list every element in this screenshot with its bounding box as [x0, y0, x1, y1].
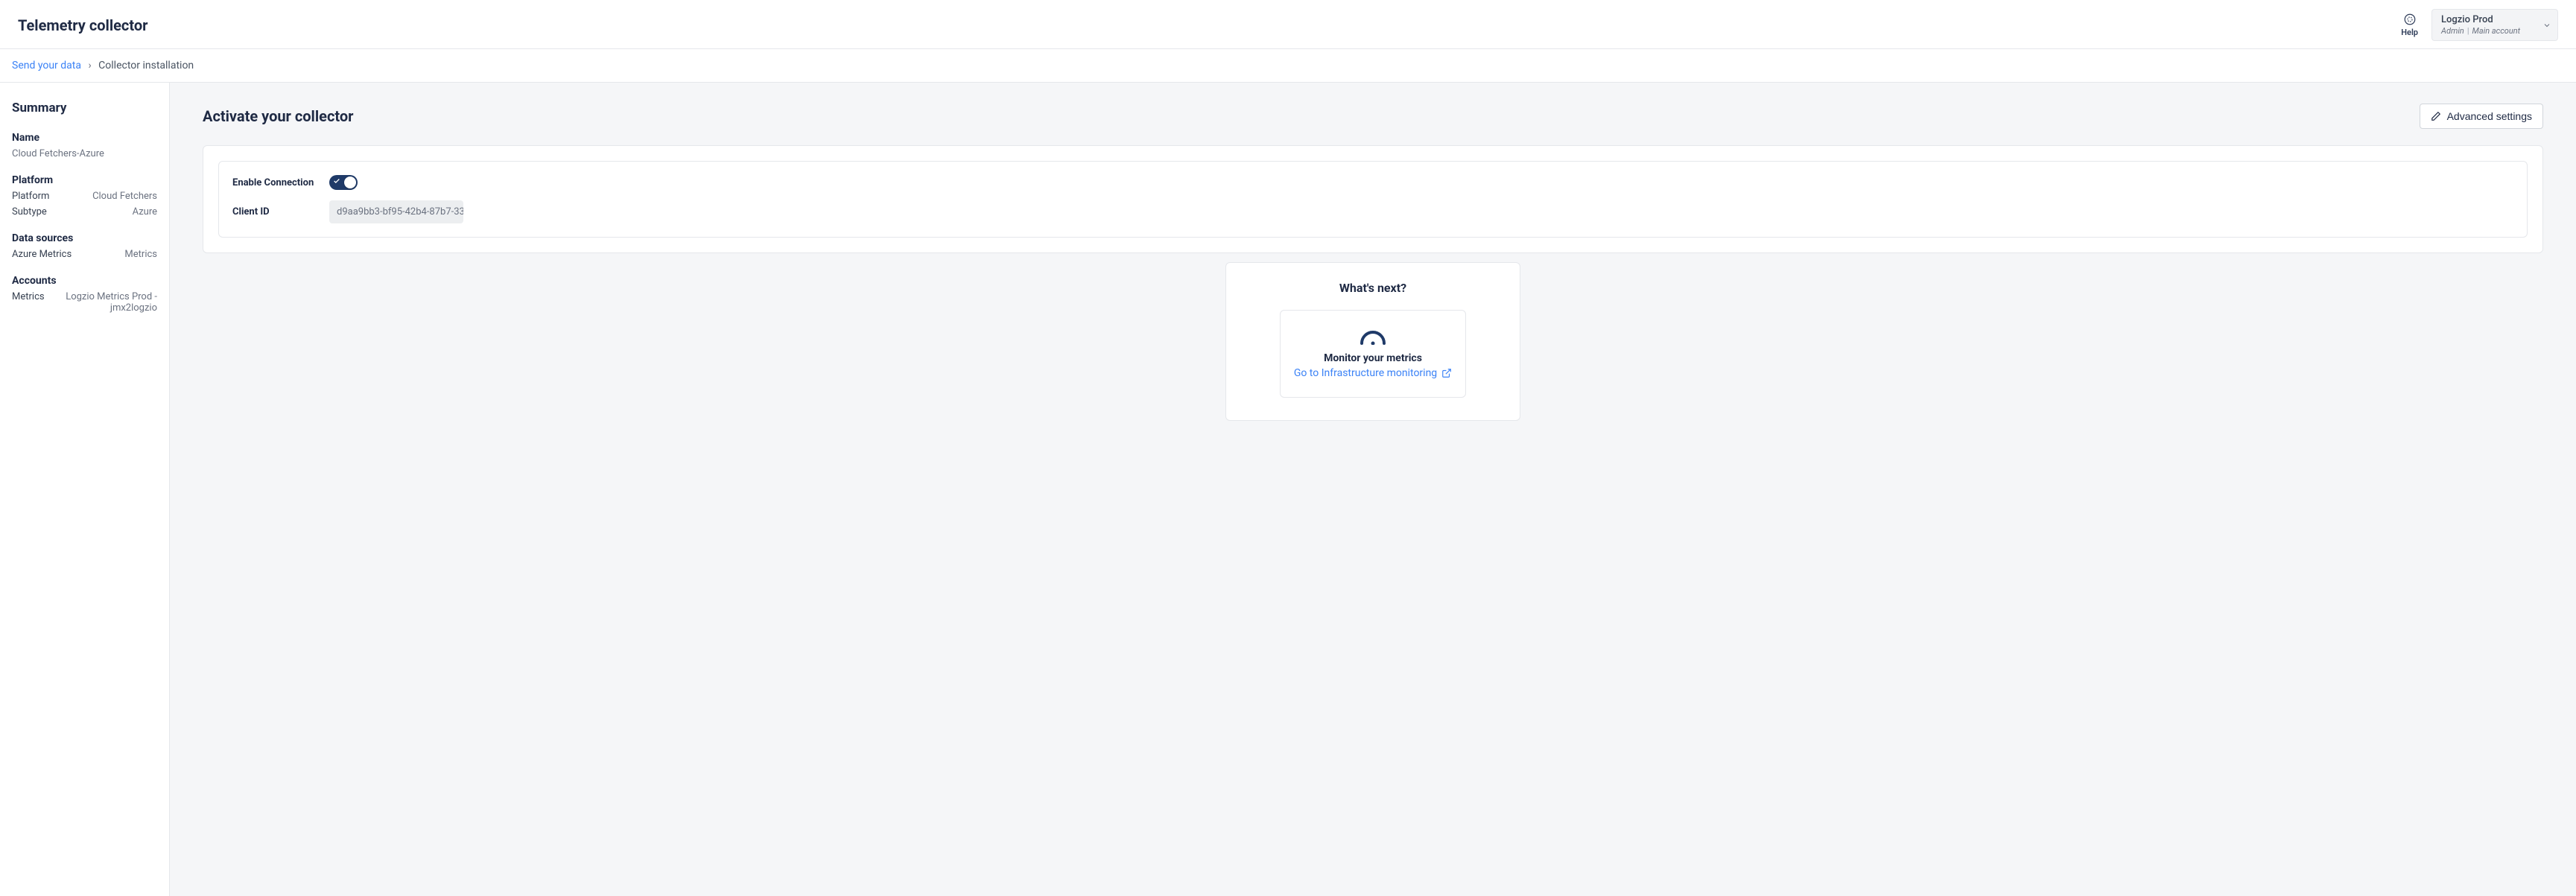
sidebar-row-datasource: Azure Metrics Metrics	[12, 249, 157, 260]
account-role: Admin	[2441, 26, 2464, 36]
account-type: Main account	[2472, 26, 2521, 36]
infrastructure-monitoring-link[interactable]: Go to Infrastructure monitoring	[1294, 367, 1452, 379]
sidebar-heading-datasources: Data sources	[12, 232, 157, 244]
sidebar: Summary Name Cloud Fetchers-Azure Platfo…	[0, 83, 170, 896]
advanced-settings-button[interactable]: Advanced settings	[2420, 104, 2543, 129]
sidebar-name-value: Cloud Fetchers-Azure	[12, 148, 157, 159]
account-name: Logzio Prod	[2441, 14, 2535, 25]
help-icon	[2403, 13, 2417, 26]
enable-connection-label: Enable Connection	[232, 177, 314, 188]
activate-card: Enable Connection Client ID d9aa9bb3-bf9…	[203, 145, 2543, 253]
breadcrumb: Send your data › Collector installation	[0, 49, 2576, 83]
enable-connection-row: Enable Connection	[232, 175, 2513, 190]
enable-connection-toggle[interactable]	[329, 175, 358, 190]
chevron-right-icon: ›	[88, 60, 91, 72]
gauge-icon	[1360, 328, 1386, 345]
infrastructure-link-text: Go to Infrastructure monitoring	[1294, 367, 1437, 379]
sidebar-row-platform: Platform Cloud Fetchers	[12, 191, 157, 202]
monitor-metrics-tile: Monitor your metrics Go to Infrastructur…	[1280, 310, 1466, 398]
top-header: Telemetry collector Help Logzio Prod Adm…	[0, 0, 2576, 49]
header-right-controls: Help Logzio Prod Admin|Main account	[2401, 9, 2558, 41]
check-icon	[333, 177, 340, 185]
account-subtitle: Admin|Main account	[2441, 26, 2535, 36]
main-header: Activate your collector Advanced setting…	[203, 104, 2543, 129]
sidebar-row-value: Cloud Fetchers	[92, 191, 157, 202]
pencil-icon	[2431, 111, 2441, 121]
client-id-label: Client ID	[232, 206, 314, 217]
sidebar-row-key: Platform	[12, 191, 49, 202]
advanced-settings-label: Advanced settings	[2447, 110, 2532, 122]
whats-next-title: What's next?	[1244, 281, 1502, 295]
main-content: Activate your collector Advanced setting…	[170, 83, 2576, 896]
sidebar-row-value: Metrics	[124, 249, 157, 260]
sidebar-section-datasources: Data sources Azure Metrics Metrics	[12, 232, 157, 260]
breadcrumb-parent-link[interactable]: Send your data	[12, 60, 81, 72]
account-selector[interactable]: Logzio Prod Admin|Main account	[2431, 9, 2558, 41]
sidebar-row-value: Azure	[133, 206, 157, 217]
client-id-value: d9aa9bb3-bf95-42b4-87b7-33	[329, 200, 463, 223]
sidebar-title: Summary	[12, 101, 157, 115]
breadcrumb-current: Collector installation	[98, 60, 194, 72]
sidebar-heading-platform: Platform	[12, 174, 157, 186]
sidebar-heading-accounts: Accounts	[12, 275, 157, 287]
sidebar-heading-name: Name	[12, 132, 157, 144]
sidebar-row-key: Azure Metrics	[12, 249, 72, 260]
layout: Summary Name Cloud Fetchers-Azure Platfo…	[0, 83, 2576, 896]
main-title: Activate your collector	[203, 107, 353, 125]
sidebar-row-subtype: Subtype Azure	[12, 206, 157, 217]
sidebar-section-platform: Platform Platform Cloud Fetchers Subtype…	[12, 174, 157, 217]
client-id-row: Client ID d9aa9bb3-bf95-42b4-87b7-33	[232, 200, 2513, 223]
chevron-down-icon	[2542, 21, 2551, 30]
sidebar-row-account: Metrics Logzio Metrics Prod - jmx2logzio	[12, 291, 157, 314]
external-link-icon	[1441, 368, 1452, 378]
sidebar-row-key: Subtype	[12, 206, 47, 217]
page-title: Telemetry collector	[18, 16, 147, 34]
help-button[interactable]: Help	[2401, 13, 2418, 37]
connection-panel: Enable Connection Client ID d9aa9bb3-bf9…	[218, 161, 2528, 238]
sidebar-row-value: Logzio Metrics Prod - jmx2logzio	[51, 291, 157, 314]
sidebar-row-key: Metrics	[12, 291, 45, 302]
monitor-metrics-label: Monitor your metrics	[1294, 352, 1452, 364]
toggle-knob	[344, 177, 356, 188]
help-label: Help	[2401, 28, 2418, 37]
sidebar-section-accounts: Accounts Metrics Logzio Metrics Prod - j…	[12, 275, 157, 314]
whats-next-card: What's next? Monitor your metrics Go to …	[1225, 262, 1520, 421]
sidebar-section-name: Name Cloud Fetchers-Azure	[12, 132, 157, 159]
